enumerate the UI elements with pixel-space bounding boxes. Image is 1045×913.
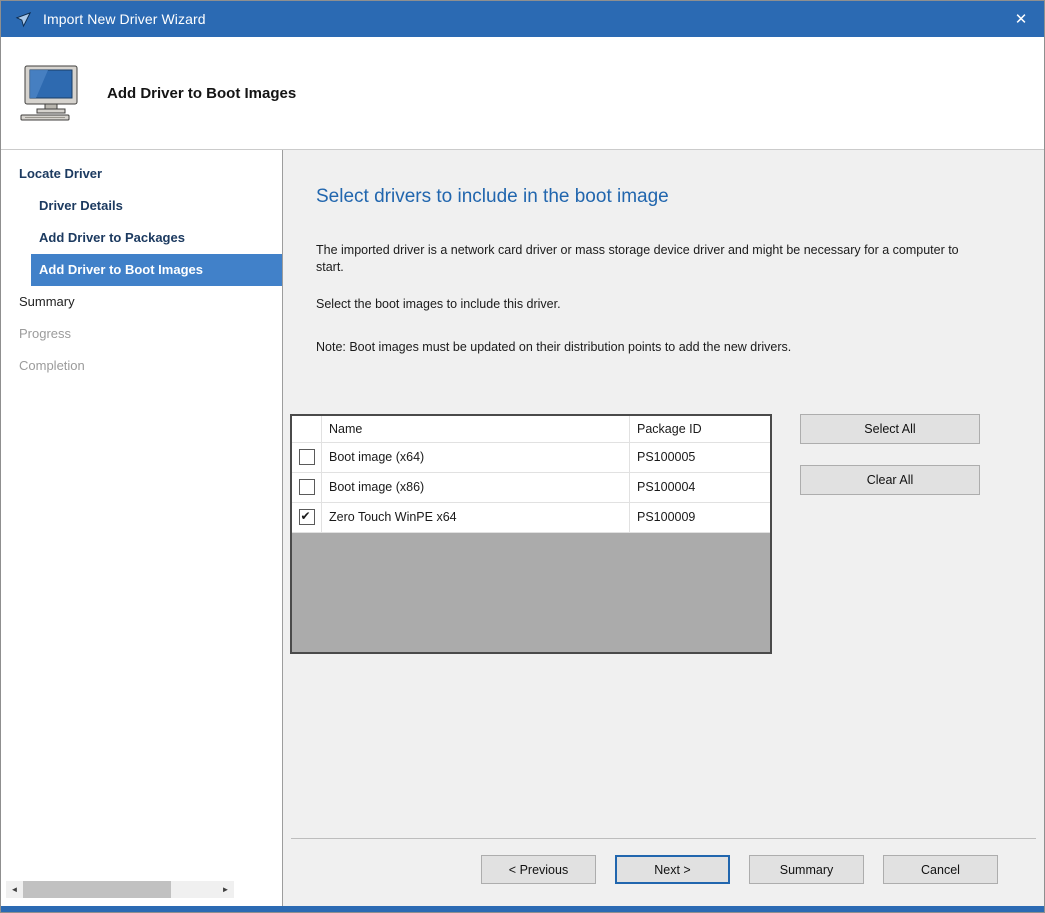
wizard-dart-icon [13,9,33,29]
name-column-header: Name [322,416,630,443]
checkbox-cell [292,443,322,473]
wizard-body: Locate Driver Driver Details Add Driver … [1,150,1044,906]
clear-all-button[interactable]: Clear All [800,465,980,495]
boot-image-name: Boot image (x86) [322,473,630,503]
content-heading: Select drivers to include in the boot im… [316,186,1044,208]
wizard-steps-sidebar: Locate Driver Driver Details Add Driver … [1,150,283,906]
titlebar: Import New Driver Wizard ✕ [1,1,1044,37]
sidebar-item-locate-driver[interactable]: Locate Driver [1,158,282,190]
summary-button[interactable]: Summary [749,855,864,884]
window-bottom-border [1,906,1044,912]
package-id: PS100009 [630,503,770,533]
sidebar-item-progress: Progress [1,318,282,350]
sidebar-horizontal-scrollbar[interactable]: ◄ ► [6,881,234,898]
window-title: Import New Driver Wizard [43,11,206,27]
package-id-column-header: Package ID [630,416,770,443]
previous-button[interactable]: < Previous [481,855,596,884]
sidebar-item-driver-details[interactable]: Driver Details [1,190,282,222]
next-button[interactable]: Next > [615,855,730,884]
import-new-driver-wizard-window: Import New Driver Wizard ✕ Add Driver to… [0,0,1045,913]
close-button[interactable]: ✕ [998,1,1044,37]
wizard-main-panel: Select drivers to include in the boot im… [283,150,1044,906]
boot-image-selection-area: Name Package ID Boot image (x64) PS10000… [290,414,1044,654]
wizard-header: Add Driver to Boot Images [1,37,1044,150]
checkbox-cell [292,503,322,533]
page-title: Add Driver to Boot Images [107,85,296,102]
select-all-button[interactable]: Select All [800,414,980,444]
wizard-footer: < Previous Next > Summary Cancel [291,838,1036,884]
close-icon: ✕ [1015,10,1028,28]
sidebar-item-summary[interactable]: Summary [1,286,282,318]
sidebar-item-completion: Completion [1,350,282,382]
boot-image-name: Zero Touch WinPE x64 [322,503,630,533]
row-checkbox[interactable] [299,449,315,465]
package-id: PS100005 [630,443,770,473]
note-paragraph: Note: Boot images must be updated on the… [316,339,966,356]
table-row[interactable]: Boot image (x86) PS100004 [292,473,770,503]
table-row[interactable]: Boot image (x64) PS100005 [292,443,770,473]
boot-images-table: Name Package ID Boot image (x64) PS10000… [290,414,772,654]
table-header-row: Name Package ID [292,416,770,443]
checkbox-column-header [292,416,322,443]
sidebar-item-add-driver-to-packages[interactable]: Add Driver to Packages [1,222,282,254]
boot-image-name: Boot image (x64) [322,443,630,473]
row-checkbox[interactable] [299,479,315,495]
package-id: PS100004 [630,473,770,503]
scroll-right-icon[interactable]: ► [217,881,234,898]
scroll-left-icon[interactable]: ◄ [6,881,23,898]
table-row[interactable]: Zero Touch WinPE x64 PS100009 [292,503,770,533]
sidebar-item-add-driver-to-boot-images[interactable]: Add Driver to Boot Images [31,254,282,286]
scrollbar-track[interactable] [171,881,217,898]
cancel-button[interactable]: Cancel [883,855,998,884]
computer-icon [19,64,97,122]
instruction-paragraph: Select the boot images to include this d… [316,296,966,313]
scrollbar-thumb[interactable] [23,881,171,898]
row-checkbox[interactable] [299,509,315,525]
description-paragraph: The imported driver is a network card dr… [316,242,966,276]
checkbox-cell [292,473,322,503]
table-action-buttons: Select All Clear All [800,414,980,654]
